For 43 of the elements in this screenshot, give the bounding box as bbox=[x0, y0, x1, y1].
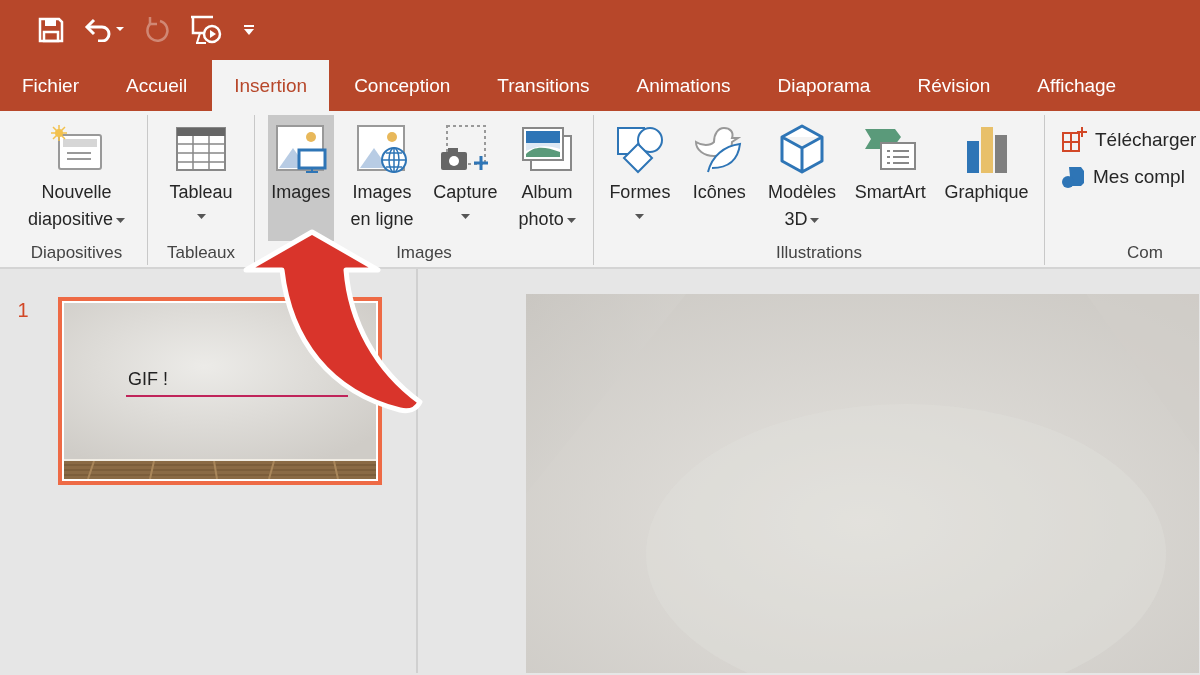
ribbon-tab[interactable]: Conception bbox=[332, 60, 473, 111]
ribbon-tab[interactable]: Révision bbox=[895, 60, 1013, 111]
slideshow-icon[interactable] bbox=[190, 15, 222, 45]
picture-globe-icon bbox=[356, 124, 409, 174]
ribbon-button[interactable]: Télécharger bbox=[1061, 127, 1197, 153]
undo-icon[interactable] bbox=[84, 18, 124, 42]
ribbon-button[interactable]: Modèles 3D bbox=[764, 115, 839, 241]
new-slide-icon bbox=[50, 125, 103, 173]
add-grid-icon bbox=[1061, 127, 1087, 153]
ribbon-button[interactable]: Album photo bbox=[514, 115, 581, 241]
slide-number: 1 bbox=[16, 298, 30, 322]
save-icon[interactable] bbox=[38, 17, 64, 43]
ribbon-button[interactable]: Tableau bbox=[166, 115, 236, 241]
ribbon-button[interactable]: Images en ligne bbox=[347, 115, 417, 241]
ribbon-button[interactable]: Icônes bbox=[686, 115, 753, 241]
group-label: Diapositives bbox=[29, 242, 124, 264]
ribbon-tab[interactable]: Accueil bbox=[104, 60, 210, 111]
smartart-icon bbox=[863, 127, 918, 171]
ribbon-button[interactable]: Nouvelle diapositive bbox=[24, 115, 129, 241]
ribbon-button[interactable]: Formes bbox=[606, 115, 674, 241]
group-label: Images bbox=[395, 242, 453, 264]
group-label: Com bbox=[1126, 242, 1164, 264]
ribbon-button[interactable]: SmartArt bbox=[851, 115, 929, 241]
ribbon-tab[interactable]: Animations bbox=[614, 60, 753, 111]
customize-caret-icon[interactable] bbox=[242, 24, 256, 36]
picture-monitor-icon bbox=[274, 124, 327, 174]
photo-album-icon bbox=[521, 126, 574, 172]
ribbon-tab[interactable]: Fichier bbox=[0, 60, 101, 111]
ribbon-tab[interactable]: Insertion bbox=[212, 60, 330, 111]
ribbon-tab[interactable]: Diaporama bbox=[755, 60, 893, 111]
ribbon-button[interactable]: Capture bbox=[430, 115, 501, 241]
cube-icon bbox=[778, 124, 825, 174]
ribbon-tab[interactable]: Affichage bbox=[1015, 60, 1139, 111]
ribbon-tab[interactable]: Transitions bbox=[475, 60, 612, 111]
group-label: Illustrations bbox=[775, 242, 863, 264]
slide-title: GIF ! bbox=[128, 369, 168, 390]
bar-chart-icon bbox=[964, 125, 1009, 173]
ribbon-button[interactable]: Graphique bbox=[941, 115, 1032, 241]
ribbon-button[interactable]: Images bbox=[267, 115, 334, 241]
ribbon-button[interactable]: Mes compl bbox=[1061, 165, 1197, 189]
blocks-icon bbox=[1061, 165, 1085, 189]
table-icon bbox=[176, 127, 226, 171]
group-label: Tableaux bbox=[165, 242, 237, 264]
